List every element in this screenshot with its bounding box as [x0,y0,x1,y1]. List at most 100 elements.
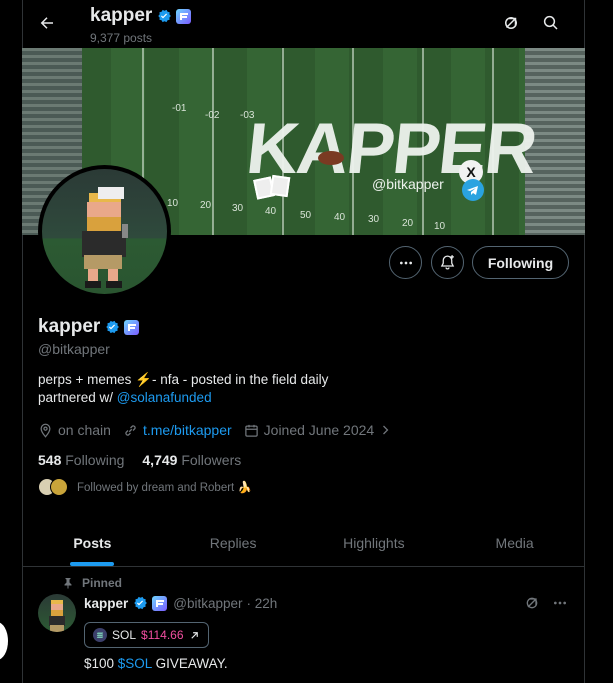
location-text: on chain [58,422,111,438]
yard-number: 20 [402,218,414,229]
following-count-link[interactable]: 548 Following [38,452,124,468]
yard-number: -02 [205,110,220,121]
calendar-icon [244,424,258,437]
notify-bell-icon [440,255,455,270]
search-button[interactable] [537,9,565,37]
tab-replies[interactable]: Replies [163,519,304,566]
tab-posts[interactable]: Posts [22,519,163,566]
post-time[interactable]: · 22h [247,596,278,611]
token-symbol: SOL [112,628,137,642]
tab-media[interactable]: Media [444,519,585,566]
location-item: on chain [38,422,111,438]
post-text-prefix: $100 [84,656,118,671]
bio-mention-link[interactable]: @solanafunded [117,390,212,405]
token-price-chip[interactable]: SOL $114.66 [84,622,209,648]
token-price: $114.66 [141,628,184,642]
more-button[interactable] [389,246,422,279]
avatar-character-icon [82,187,128,288]
joined-text: Joined June 2024 [263,422,375,438]
avatar [50,478,68,496]
profile-bio: perps + memes ⚡- nfa - posted in the fie… [38,371,558,407]
football-icon [318,151,344,165]
post-header: kapper @bitkapper · 22h [84,595,277,611]
pin-icon [64,578,72,589]
display-name-text: kapper [38,316,101,337]
following-button[interactable]: Following [472,246,569,279]
post-avatar[interactable] [38,594,76,632]
tab-highlights[interactable]: Highlights [304,519,445,566]
search-icon [543,15,558,30]
website-item: t.me/bitkapper [123,422,232,438]
verified-icon[interactable] [104,319,120,335]
notifications-button[interactable] [431,246,464,279]
avatar-character-icon [49,600,65,632]
following-label: Following [65,452,125,468]
scroll-edge-indicator [0,622,8,660]
profile-handle: @bitkapper [38,341,110,357]
telegram-logo-icon [462,179,484,201]
polaroid-photos [253,174,295,204]
more-icon[interactable] [552,595,568,611]
followers-label: Followers [181,452,242,468]
profile-tabs: Posts Replies Highlights Media [22,519,585,567]
following-count: 548 [38,452,62,468]
location-icon [40,423,51,438]
bio-line-1: perps + memes ⚡- nfa - posted in the fie… [38,372,329,387]
more-icon [399,261,412,264]
solana-icon [93,628,107,642]
follow-counts: 548 Following 4,749 Followers [38,452,241,468]
posts-count: 9,377 posts [90,31,153,45]
verified-icon [134,596,148,610]
header-title-text: kapper [90,5,153,26]
post-cashtag[interactable]: $SOL [118,656,152,671]
profile-avatar[interactable] [38,165,171,298]
yard-number: 40 [265,206,277,217]
post-author-handle[interactable]: @bitkapper [173,596,242,611]
external-arrow-icon [190,631,198,639]
banner-handle-tag: @bitkapper [372,176,444,192]
tab-label: Highlights [343,534,405,551]
yard-number: 20 [200,200,212,211]
back-button[interactable] [32,8,62,38]
yard-number: 10 [167,198,179,209]
verified-icon [158,9,172,23]
yard-number: 50 [300,210,312,221]
followed-by[interactable]: Followed by dream and Robert 🍌 [38,478,252,496]
affiliate-badge-icon [152,595,168,611]
followers-count-link[interactable]: 4,749 Followers [142,452,241,468]
yard-line [212,48,214,235]
pinned-label: Pinned [62,576,122,590]
yard-number: 10 [434,221,446,232]
grok-button[interactable] [497,9,525,37]
website-link[interactable]: t.me/bitkapper [143,422,232,438]
tab-label: Media [495,534,534,551]
followed-by-text: Followed by dream and Robert 🍌 [77,482,252,494]
tab-label: Replies [209,534,257,551]
pinned-text: Pinned [82,576,123,590]
header-title: kapper [90,5,192,27]
affiliate-badge-icon [176,8,192,24]
profile-meta: on chain t.me/bitkapper Joined June 2024 [38,421,403,439]
chevron-right-icon [383,425,389,435]
followers-count: 4,749 [142,452,178,468]
yard-number: 30 [368,214,380,225]
link-icon [125,424,136,436]
post-author-name[interactable]: kapper [84,596,128,611]
bio-line-2-prefix: partnered w/ [38,390,117,405]
joined-item[interactable]: Joined June 2024 [244,422,392,438]
yard-number: 30 [232,203,244,214]
grok-icon[interactable] [524,595,540,611]
yard-number: -01 [172,103,187,114]
active-tab-indicator [70,562,115,566]
grok-icon [505,17,517,29]
post-actions [524,595,568,611]
post-text-suffix: GIVEAWAY. [151,656,228,671]
affiliate-badge-icon[interactable] [124,319,140,335]
avatar-image [42,169,167,294]
top-bar: kapper 9,377 posts [0,0,613,48]
post-text: $100 $SOL GIVEAWAY. [84,656,228,671]
followed-by-avatars [38,478,68,496]
yard-number: 40 [334,212,346,223]
bio-line-2: partnered w/ @solanafunded [38,389,558,407]
display-name: kapper [38,316,140,338]
